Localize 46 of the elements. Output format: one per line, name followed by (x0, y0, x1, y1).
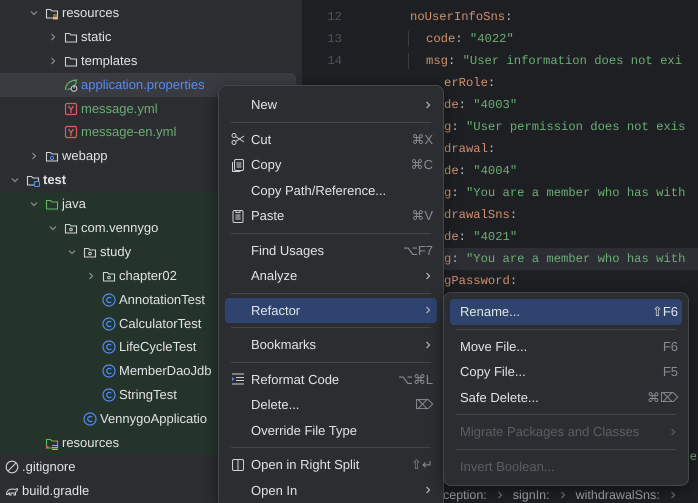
file-name: LifeCycleTest (119, 339, 196, 356)
code-line: erRole: (444, 75, 496, 91)
code-line: drawal: (444, 141, 496, 157)
file-name: message-en.yml (81, 124, 176, 140)
file-name: java (62, 196, 86, 212)
file-name: static (81, 28, 112, 45)
file-name: com.vennygo (81, 220, 158, 236)
file-name: chapter02 (119, 268, 177, 284)
file-name: application.properties (81, 76, 205, 93)
shortcut: ⌥F7 (402, 242, 433, 260)
shortcut: F5 (662, 363, 678, 381)
shortcut: ⌦ (415, 396, 433, 414)
code-line: gPassword: (444, 273, 518, 289)
code-line: noUserInfoSns: (410, 9, 512, 25)
file-name: webapp (62, 148, 108, 164)
code-line: g: "You are a member who has with (444, 185, 686, 201)
code-line: de: "4021" (444, 229, 518, 245)
file-name: resources (62, 434, 120, 451)
file-name: AnnotationTest (119, 292, 206, 308)
file-name: templates (81, 52, 138, 69)
shortcut: ⇧F6 (652, 303, 678, 321)
file-name: VennygoApplicatio (100, 411, 207, 428)
file-name: MemberDaoJdb (119, 363, 212, 380)
file-name: message.yml (81, 100, 158, 116)
shortcut: F6 (662, 338, 678, 356)
file-name: resources (62, 4, 120, 21)
file-name: test (43, 172, 66, 188)
shortcut: ⌥⌘L (398, 370, 433, 388)
shortcut: ⌘⌦ (647, 388, 678, 406)
file-name: StringTest (119, 387, 177, 404)
shortcut: ⌘X (411, 130, 433, 148)
file-name: study (100, 244, 132, 260)
code-line: code: "4022" (408, 31, 514, 47)
code-line: de: "4004" (444, 163, 518, 179)
file-name: build.gradle (22, 482, 90, 499)
code-line: g: "User permission does not exis (444, 119, 686, 135)
code-line: g: "You are a member who has with (444, 251, 686, 267)
code-line: de: "4003" (444, 97, 518, 113)
file-name: .gitignore (22, 458, 76, 475)
shortcut: ⌘C (410, 156, 433, 174)
shortcut: ⌘V (411, 207, 433, 225)
code-line: e (690, 449, 697, 465)
code-line: msg: "User information does not exi (408, 53, 682, 69)
file-name: CalculatorTest (119, 316, 202, 332)
shortcut: ⇧↵ (411, 456, 433, 474)
code-line: drawalSns: (444, 207, 518, 223)
